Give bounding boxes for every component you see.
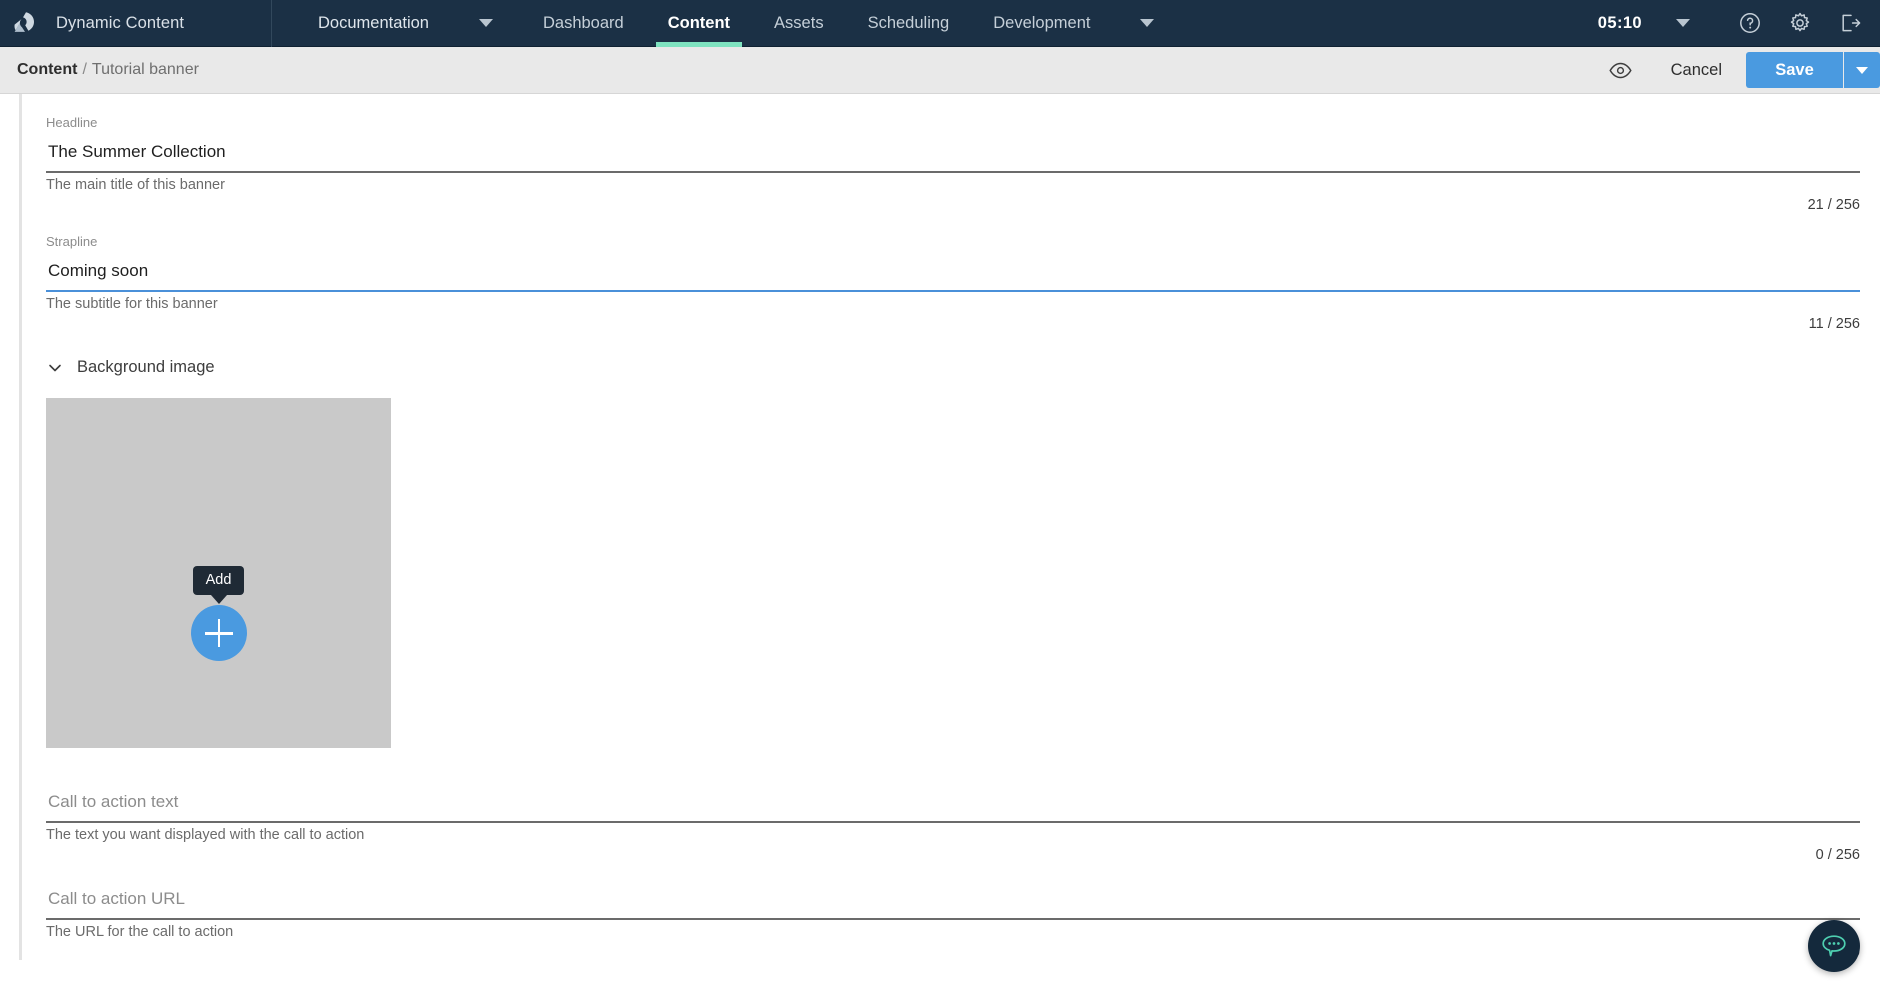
cta-url-input[interactable]: Call to action URL xyxy=(46,863,1860,920)
save-button-group: Save xyxy=(1746,52,1880,88)
breadcrumb: Content / Tutorial banner xyxy=(0,61,199,79)
add-tooltip: Add xyxy=(192,566,245,595)
cta-text-input[interactable]: Call to action text xyxy=(46,766,1860,823)
amplience-logo-icon xyxy=(14,12,34,32)
strapline-input[interactable]: Coming soon xyxy=(46,249,1860,292)
add-image-control: Add xyxy=(190,566,247,661)
chevron-down-icon-documentation[interactable] xyxy=(478,19,493,27)
cta-text-field-row: Call to action text The text you want di… xyxy=(46,766,1860,863)
cta-url-help-text: The URL for the call to action xyxy=(46,924,234,940)
headline-input[interactable]: The Summer Collection xyxy=(46,130,1860,173)
cancel-button[interactable]: Cancel xyxy=(1647,61,1746,80)
nav-item-documentation[interactable]: Documentation xyxy=(296,0,451,47)
cta-text-char-counter: 0 / 256 xyxy=(1815,847,1860,863)
brand-name: Dynamic Content xyxy=(56,13,185,32)
headline-help-text: The main title of this banner xyxy=(46,177,225,193)
chat-widget-button[interactable] xyxy=(1808,920,1860,972)
field-group-cta-url: Call to action URL The URL for the call … xyxy=(19,863,1880,960)
chat-bubble-icon xyxy=(1822,935,1846,957)
cta-url-field-row: Call to action URL The URL for the call … xyxy=(46,863,1860,960)
nav-right-tools: 05:10 xyxy=(1598,0,1880,47)
add-image-button[interactable] xyxy=(190,605,247,661)
headline-char-counter: 21 / 256 xyxy=(1807,197,1860,213)
nav-item-assets[interactable]: Assets xyxy=(752,0,846,47)
brand-area[interactable]: Dynamic Content xyxy=(0,0,272,47)
field-group-headline: Headline The Summer Collection The main … xyxy=(19,94,1880,213)
nav-item-scheduling[interactable]: Scheduling xyxy=(846,0,972,47)
background-image-header[interactable]: Background image xyxy=(46,358,1880,377)
strapline-help-text: The subtitle for this banner xyxy=(46,296,218,312)
section-background-image: Background image Add xyxy=(19,332,1880,766)
cta-text-help-text: The text you want displayed with the cal… xyxy=(46,827,365,843)
help-circle-icon[interactable] xyxy=(1738,11,1762,35)
logout-icon[interactable] xyxy=(1838,11,1862,35)
clock-display: 05:10 xyxy=(1597,13,1642,32)
headline-field-row: The Summer Collection The main title of … xyxy=(46,130,1860,213)
content-form: Headline The Summer Collection The main … xyxy=(0,94,1880,992)
field-group-strapline: Strapline Coming soon The subtitle for t… xyxy=(19,213,1880,332)
chevron-down-icon-save xyxy=(1856,66,1868,74)
save-button[interactable]: Save xyxy=(1746,52,1843,88)
nav-item-content[interactable]: Content xyxy=(646,0,752,47)
breadcrumb-root[interactable]: Content xyxy=(17,61,77,79)
save-dropdown-button[interactable] xyxy=(1844,52,1880,88)
background-image-dropzone[interactable]: Add xyxy=(46,398,391,748)
breadcrumb-leaf: Tutorial banner xyxy=(91,61,199,78)
top-navigation-bar: Dynamic Content Documentation Dashboard … xyxy=(0,0,1880,47)
background-image-title: Background image xyxy=(77,358,215,376)
chevron-down-icon-user[interactable] xyxy=(1676,19,1690,27)
nav-item-development[interactable]: Development xyxy=(971,0,1112,47)
breadcrumb-separator: / xyxy=(82,61,87,78)
eye-icon[interactable] xyxy=(1594,58,1647,83)
chevron-down-icon-development[interactable] xyxy=(1140,19,1155,27)
primary-nav: Documentation Dashboard Content Assets S… xyxy=(272,0,1182,47)
strapline-label: Strapline xyxy=(46,234,98,249)
action-bar: Content / Tutorial banner Cancel Save xyxy=(0,47,1880,94)
headline-label: Headline xyxy=(46,115,98,130)
action-bar-controls: Cancel Save xyxy=(1594,47,1880,94)
field-group-cta-text: Call to action text The text you want di… xyxy=(19,766,1880,863)
plus-icon xyxy=(204,619,233,647)
gear-icon[interactable] xyxy=(1788,11,1812,35)
chevron-down-icon-background-image xyxy=(46,359,64,377)
strapline-field-row: Coming soon The subtitle for this banner… xyxy=(46,249,1860,332)
strapline-char-counter: 11 / 256 xyxy=(1808,316,1860,332)
nav-item-dashboard[interactable]: Dashboard xyxy=(521,0,646,47)
